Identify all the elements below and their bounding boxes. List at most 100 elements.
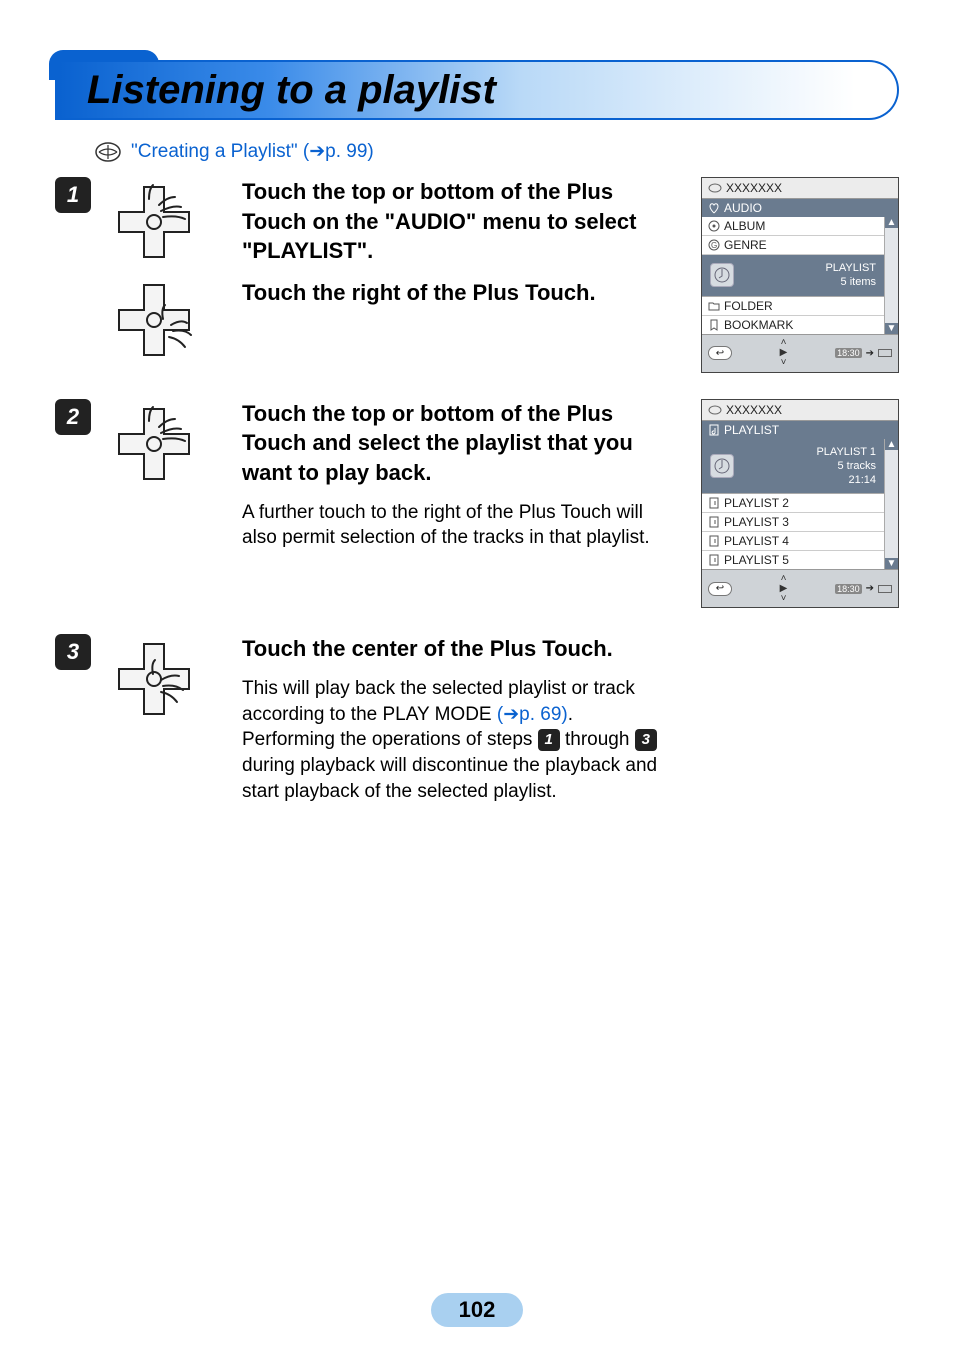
nav-right-icon[interactable]: ➔ — [866, 348, 874, 359]
playlist-disc-icon — [710, 454, 734, 478]
header-banner: Listening to a playlist — [55, 60, 899, 120]
scroll-down-icon[interactable]: ▼ — [885, 558, 898, 569]
menu-row-folder[interactable]: FOLDER — [702, 297, 884, 316]
menu-label: PLAYLIST 5 — [724, 553, 789, 567]
playlist-row-5[interactable]: PLAYLIST 5 — [702, 551, 884, 569]
menu-row-playlist-selected[interactable]: PLAYLIST 5 items — [702, 255, 884, 297]
disc-small-icon — [708, 183, 722, 193]
highlight-sub1: 5 tracks — [742, 459, 876, 473]
step-number-badge: 3 — [55, 634, 91, 670]
page-number-wrap: 102 — [0, 1293, 954, 1327]
step1-instruction-b: Touch the right of the Plus Touch. — [242, 278, 673, 308]
step3-body-post1: Performing the operations of steps — [242, 729, 538, 750]
time-badge: 18:30 — [835, 584, 862, 594]
menu-label: FOLDER — [724, 299, 773, 313]
device-screen-playlist: XXXXXXX PLAYLIST PLAYLIST 1 5 tracks — [701, 399, 899, 609]
note-icon — [708, 535, 720, 547]
device-footer: ↩ ˄ ▶ ˅ 18:30 ➔ — [702, 334, 898, 372]
reference-page: p. 99 — [325, 141, 367, 162]
scrollbar[interactable]: ▲ ▼ — [884, 217, 898, 334]
touch-illustration-col — [109, 399, 224, 609]
scroll-down-icon[interactable]: ▼ — [885, 323, 898, 334]
menu-label: PLAYLIST 3 — [724, 515, 789, 529]
book-icon — [95, 141, 121, 163]
touch-illustration-col — [109, 177, 224, 373]
album-icon — [708, 220, 720, 232]
step3-instruction: Touch the center of the Plus Touch. — [242, 634, 673, 664]
battery-icon — [878, 349, 892, 357]
step-2: 2 Touch the top or bottom of the Plus To… — [55, 399, 899, 609]
nav-down-icon[interactable]: ˅ — [781, 594, 787, 604]
folder-icon — [708, 300, 720, 312]
arrow-right-icon: ➔ — [309, 141, 325, 162]
menu-label: GENRE — [724, 238, 767, 252]
step-3: 3 Touch the center of the Plus Touch. Th… — [55, 634, 899, 804]
step1-instruction-a: Touch the top or bottom of the Plus Touc… — [242, 177, 673, 266]
plus-touch-center-icon — [109, 634, 199, 724]
step-1: 1 Touch the top or bottom of the Plus To… — [55, 177, 899, 373]
step-text: Touch the top or bottom of the Plus Touc… — [242, 399, 683, 609]
device1-title: XXXXXXX — [726, 181, 782, 195]
step-number-badge: 1 — [55, 177, 91, 213]
inline-step-badge-3: 3 — [635, 729, 657, 751]
playlist-icon — [708, 424, 720, 436]
menu-label: PLAYLIST 2 — [724, 496, 789, 510]
audio-icon — [708, 202, 720, 214]
highlight-title: PLAYLIST 1 — [742, 445, 876, 459]
touch-illustration-col — [109, 634, 224, 804]
step3-body-post2: through — [565, 729, 635, 750]
scroll-up-icon[interactable]: ▲ — [885, 217, 898, 228]
device-footer: ↩ ˄ ▶ ˅ 18:30 ➔ — [702, 569, 898, 607]
bookmark-icon — [708, 319, 720, 331]
page-number: 102 — [431, 1293, 524, 1327]
note-icon — [708, 497, 720, 509]
repeat-icon[interactable]: ↩ — [708, 582, 732, 596]
device-screen-audio: XXXXXXX AUDIO ALBUM G GENRE — [701, 177, 899, 373]
page-header: Listening to a playlist — [55, 60, 899, 120]
plus-touch-right-icon — [109, 275, 199, 365]
time-badge: 18:30 — [835, 348, 862, 358]
reference-label: "Creating a Playlist" — [131, 141, 298, 162]
playlist-row-3[interactable]: PLAYLIST 3 — [702, 513, 884, 532]
step-text: Touch the top or bottom of the Plus Touc… — [242, 177, 683, 373]
genre-icon: G — [708, 239, 720, 251]
nav-pad[interactable]: ˄ ▶ ˅ — [763, 574, 805, 604]
playlist-row-2[interactable]: PLAYLIST 2 — [702, 494, 884, 513]
step-number-badge: 2 — [55, 399, 91, 435]
reference-link[interactable]: "Creating a Playlist" (➔p. 99) — [131, 140, 374, 163]
battery-icon — [878, 585, 892, 593]
plus-touch-top-icon — [109, 399, 199, 489]
disc-small-icon — [708, 405, 722, 415]
play-mode-page: p. 69 — [519, 704, 561, 725]
menu-row-genre[interactable]: G GENRE — [702, 236, 884, 255]
highlight-sub: 5 items — [742, 275, 876, 289]
device1-section: AUDIO — [724, 201, 762, 215]
menu-label: PLAYLIST 4 — [724, 534, 789, 548]
plus-touch-top-icon — [109, 177, 199, 267]
arrow-right-icon: ➔ — [503, 704, 519, 725]
note-icon — [708, 516, 720, 528]
step2-instruction: Touch the top or bottom of the Plus Touc… — [242, 399, 673, 488]
nav-pad[interactable]: ˄ ▶ ˅ — [763, 338, 805, 368]
repeat-icon[interactable]: ↩ — [708, 346, 732, 360]
page-title: Listening to a playlist — [87, 68, 496, 113]
menu-row-album[interactable]: ALBUM — [702, 217, 884, 236]
step3-body-pre: This will play back the selected playlis… — [242, 678, 635, 725]
nav-right-icon[interactable]: ➔ — [866, 583, 874, 594]
menu-row-bookmark[interactable]: BOOKMARK — [702, 316, 884, 334]
device2-title: XXXXXXX — [726, 403, 782, 417]
step-text: Touch the center of the Plus Touch. This… — [242, 634, 683, 804]
playlist-disc-icon — [710, 263, 734, 287]
playlist-row-4[interactable]: PLAYLIST 4 — [702, 532, 884, 551]
menu-label: BOOKMARK — [724, 318, 793, 332]
highlight-title: PLAYLIST — [742, 261, 876, 275]
svg-text:G: G — [711, 241, 717, 250]
nav-down-icon[interactable]: ˅ — [781, 358, 787, 368]
scrollbar[interactable]: ▲ ▼ — [884, 439, 898, 570]
reference-line: "Creating a Playlist" (➔p. 99) — [95, 140, 899, 163]
playlist-row-1-selected[interactable]: PLAYLIST 1 5 tracks 21:14 — [702, 439, 884, 495]
step2-body: A further touch to the right of the Plus… — [242, 500, 673, 551]
play-mode-link[interactable]: (➔p. 69) — [497, 704, 568, 725]
step3-body-post3: during playback will discontinue the pla… — [242, 755, 657, 802]
scroll-up-icon[interactable]: ▲ — [885, 439, 898, 450]
